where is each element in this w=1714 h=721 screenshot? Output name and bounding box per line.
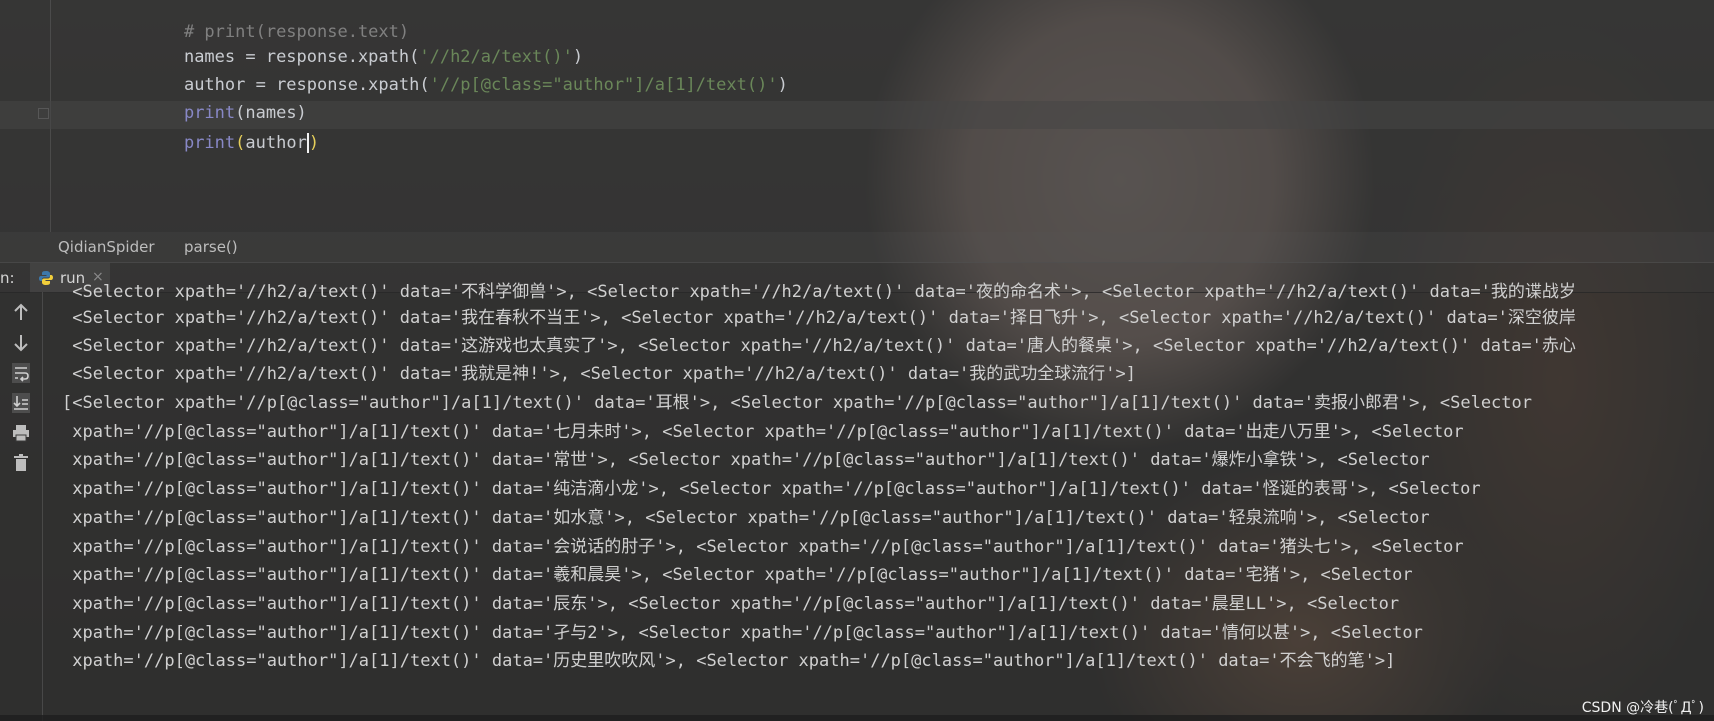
console-line: xpath='//p[@class="author"]/a[1]/text()'… — [62, 508, 1430, 528]
console-line: xpath='//p[@class="author"]/a[1]/text()'… — [62, 479, 1481, 499]
arrow-down-icon[interactable] — [11, 332, 31, 354]
console-line: <Selector xpath='//h2/a/text()' data='我在… — [62, 308, 1576, 328]
console-line: xpath='//p[@class="author"]/a[1]/text()'… — [62, 594, 1400, 614]
run-panel-title: n: — [0, 269, 15, 287]
code-line-3[interactable]: author = response.xpath('//p[@class="aut… — [143, 43, 788, 95]
console-line: xpath='//p[@class="author"]/a[1]/text()'… — [62, 565, 1413, 585]
console-line: <Selector xpath='//h2/a/text()' data='这游… — [62, 336, 1576, 356]
breadcrumb-class[interactable]: QidianSpider — [58, 238, 155, 256]
code-line-2[interactable]: names = response.xpath('//h2/a/text()') — [143, 15, 583, 67]
console-line: xpath='//p[@class="author"]/a[1]/text()'… — [62, 422, 1464, 442]
console-line: [<Selector xpath='//p[@class="author"]/a… — [62, 393, 1533, 413]
console-line: xpath='//p[@class="author"]/a[1]/text()'… — [62, 623, 1423, 643]
breadcrumb: QidianSpider parse() — [0, 232, 1714, 262]
arrow-up-icon[interactable] — [11, 302, 31, 324]
code-line-5[interactable]: print(author) — [143, 101, 319, 153]
console-line: <Selector xpath='//h2/a/text()' data='不科… — [62, 282, 1576, 302]
code-editor[interactable]: # print(response.text) names = response.… — [0, 0, 1714, 232]
code-line-4[interactable]: print(names) — [143, 71, 307, 123]
soft-wrap-icon[interactable] — [11, 362, 31, 384]
console-toolbar — [0, 292, 43, 721]
console-line: xpath='//p[@class="author"]/a[1]/text()'… — [62, 450, 1430, 470]
code-string: '//p[@class="author"]/a[1]/text()' — [429, 75, 778, 95]
run-console[interactable]: <Selector xpath='//h2/a/text()' data='不科… — [0, 282, 1714, 721]
breadcrumb-method[interactable]: parse() — [184, 238, 238, 256]
status-strip — [0, 715, 1714, 721]
print-icon[interactable] — [11, 422, 31, 444]
python-icon — [39, 271, 53, 285]
trash-icon[interactable] — [11, 452, 31, 474]
watermark: CSDN @冷巷(ﾟДﾟ) — [1581, 700, 1704, 716]
console-line: xpath='//p[@class="author"]/a[1]/text()'… — [62, 537, 1464, 557]
scroll-to-end-icon[interactable] — [11, 392, 31, 414]
console-line: xpath='//p[@class="author"]/a[1]/text()'… — [62, 651, 1396, 671]
code-builtin: print — [183, 133, 236, 153]
console-line: <Selector xpath='//h2/a/text()' data='我就… — [62, 364, 1136, 384]
